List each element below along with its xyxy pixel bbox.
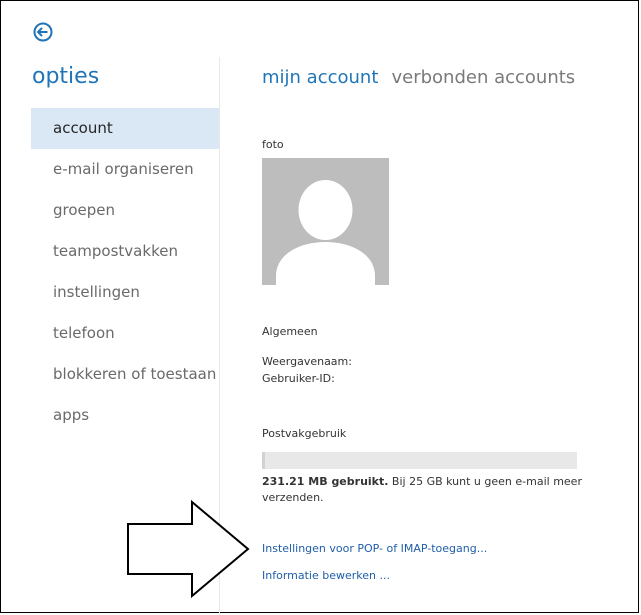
sidebar-item-block-or-allow[interactable]: blokkeren of toestaan [31,354,219,395]
back-arrow-icon [33,22,53,42]
general-heading: Algemeen [262,325,318,338]
display-name-label: Weergavenaam: [262,355,352,368]
person-silhouette-icon [276,180,375,285]
mailbox-usage-heading: Postvakgebruik [262,427,347,440]
mailbox-usage-text: 231.21 MB gebruikt. Bij 25 GB kunt u gee… [262,474,592,506]
tab-bar: mijn account verbonden accounts [262,67,583,88]
sidebar-item-team-mailboxes[interactable]: teampostvakken [31,231,219,272]
user-id-label: Gebruiker-ID: [262,372,335,385]
tab-my-account[interactable]: mijn account [262,67,378,88]
usage-amount: 231.21 MB gebruikt. [262,475,389,488]
sidebar-item-organize-email[interactable]: e-mail organiseren [31,149,219,190]
mailbox-usage-bar [262,452,577,469]
sidebar-item-account[interactable]: account [31,108,219,149]
sidebar-item-apps[interactable]: apps [31,395,219,436]
avatar[interactable] [262,158,389,285]
options-title: opties [32,64,100,89]
mailbox-usage-fill [262,452,265,469]
photo-label: foto [262,138,284,151]
sidebar-item-phone[interactable]: telefoon [31,313,219,354]
sidebar-item-groups[interactable]: groepen [31,190,219,231]
tab-connected-accounts[interactable]: verbonden accounts [391,67,575,88]
sidebar-nav: account e-mail organiseren groepen teamp… [31,108,219,436]
arrow-pointer-icon [126,499,252,604]
back-button[interactable] [33,22,53,42]
pop-imap-settings-link[interactable]: Instellingen voor POP- of IMAP-toegang..… [262,542,487,555]
edit-information-link[interactable]: Informatie bewerken ... [262,569,390,582]
sidebar-item-settings[interactable]: instellingen [31,272,219,313]
